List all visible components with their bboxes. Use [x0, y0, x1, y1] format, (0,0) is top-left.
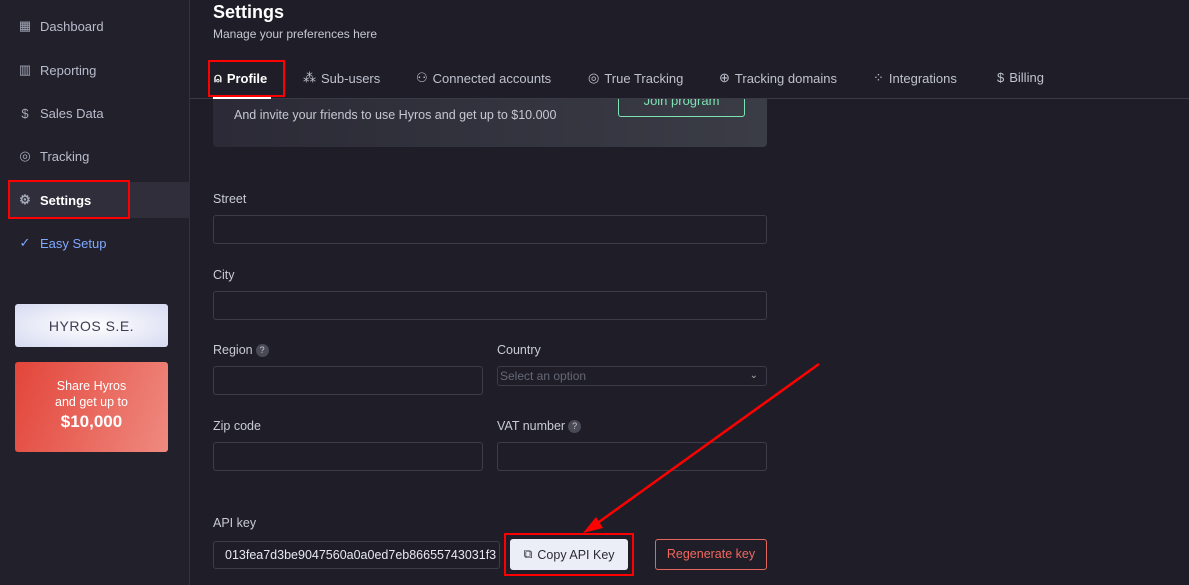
target-icon: ◎	[19, 148, 31, 163]
active-tab-underline	[213, 97, 271, 99]
chart-icon: ▥	[18, 62, 32, 77]
people-icon: ⚇	[416, 70, 428, 85]
street-input[interactable]	[213, 215, 767, 244]
hyros-se-button[interactable]: HYROS S.E.	[15, 304, 168, 347]
zip-label: Zip code	[213, 419, 261, 433]
tab-integrations[interactable]: ⁘ Integrations	[873, 70, 957, 86]
highlight-box-profile	[208, 60, 285, 97]
tab-true-tracking[interactable]: ◎ True Tracking	[588, 70, 683, 86]
sidebar: ▦ Dashboard ▥ Reporting $ Sales Data ◎ Track…	[0, 0, 190, 585]
globe-icon: ⊕	[719, 70, 730, 85]
country-select[interactable]: Select an option ⌄	[497, 366, 767, 386]
chevron-down-icon: ⌄	[749, 370, 758, 381]
share-hyros-card[interactable]: Share Hyros and get up to $10,000	[15, 362, 168, 452]
grid-icon: ▦	[18, 18, 32, 33]
regenerate-key-button[interactable]: Regenerate key	[655, 539, 767, 570]
city-label: City	[213, 268, 235, 282]
sidebar-item-sales-data[interactable]: $ Sales Data	[8, 95, 190, 131]
page-subtitle: Manage your preferences here	[213, 27, 378, 41]
settings-tabs: ⍝ Profile ⁂ Sub-users ⚇ Connected accounts …	[190, 60, 1189, 99]
street-label: Street	[213, 192, 247, 206]
tab-billing[interactable]: $ Billing	[997, 70, 1044, 85]
vat-input[interactable]	[497, 442, 767, 471]
help-icon[interactable]: ?	[568, 419, 582, 433]
sidebar-item-dashboard[interactable]: ▦ Dashboard	[8, 8, 190, 44]
page-title: Settings	[213, 2, 285, 22]
highlight-box-settings	[8, 180, 130, 219]
tab-connected-accounts[interactable]: ⚇ Connected accounts	[416, 70, 551, 86]
check-circle-icon: ✓	[19, 235, 31, 250]
highlight-box-copy	[504, 533, 634, 576]
sidebar-item-tracking[interactable]: ◎ Tracking	[8, 138, 190, 174]
vat-label: VAT number?	[497, 419, 582, 433]
api-key-field[interactable]: 013fea7d3be9047560a0a0ed7eb86655743031f3	[213, 541, 500, 569]
country-label: Country	[497, 343, 541, 357]
region-label: Region?	[213, 343, 269, 357]
target-icon: ◎	[588, 70, 600, 85]
users-icon: ⁂	[303, 70, 316, 85]
help-icon[interactable]: ?	[255, 343, 269, 357]
tab-tracking-domains[interactable]: ⊕ Tracking domains	[719, 70, 837, 86]
city-input[interactable]	[213, 291, 767, 320]
dollar-icon: $	[21, 105, 29, 121]
tab-sub-users[interactable]: ⁂ Sub-users	[303, 70, 380, 86]
sidebar-item-reporting[interactable]: ▥ Reporting	[8, 52, 190, 88]
dollar-icon: $	[997, 70, 1005, 85]
api-key-label: API key	[213, 516, 257, 530]
sidebar-item-easy-setup[interactable]: ✓ Easy Setup	[8, 225, 190, 261]
integrations-icon: ⁘	[873, 70, 884, 85]
region-input[interactable]	[213, 366, 483, 395]
zip-input[interactable]	[213, 442, 483, 471]
